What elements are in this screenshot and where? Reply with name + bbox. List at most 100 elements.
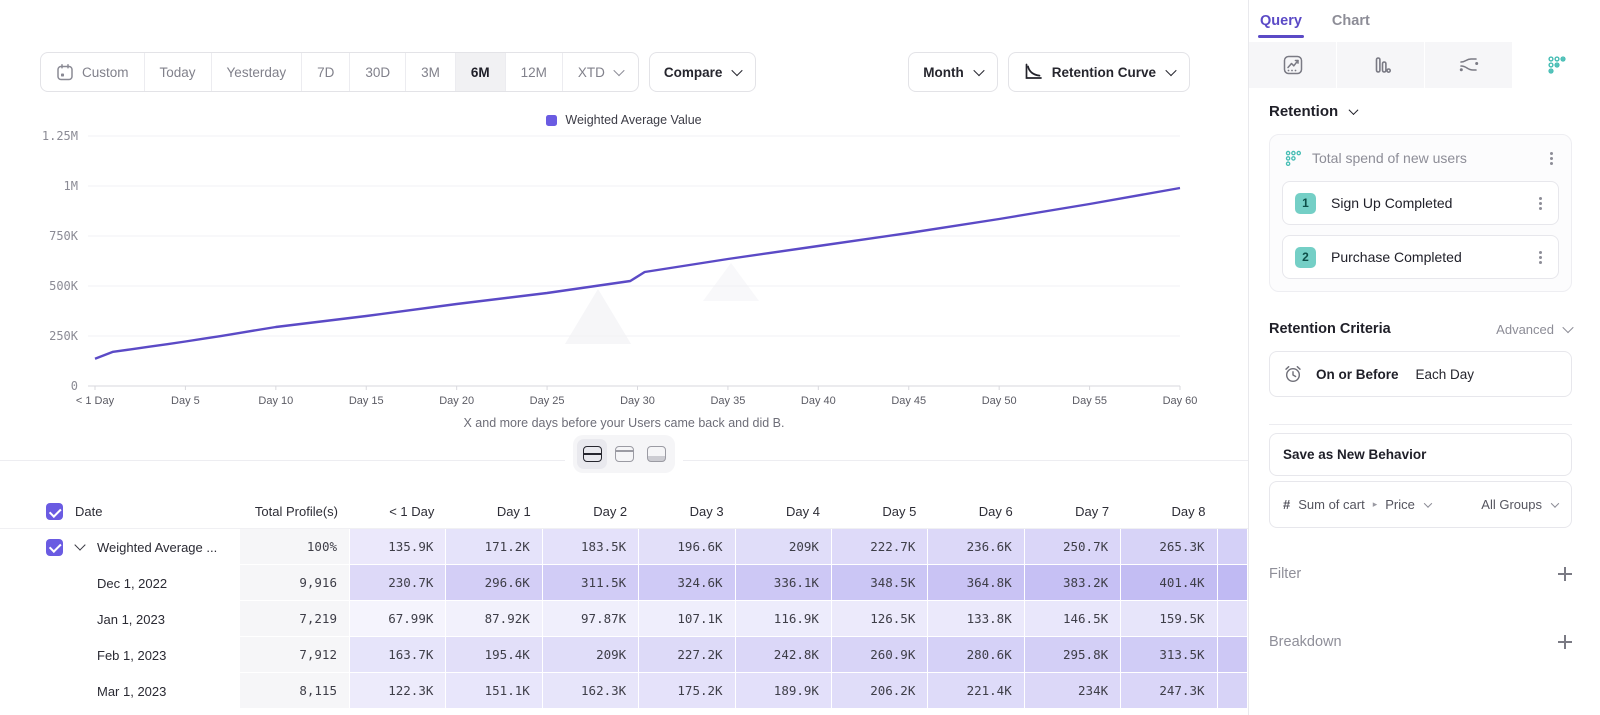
retention-value-cell[interactable]: 260.9K: [832, 637, 928, 673]
save-as-new-behavior-button[interactable]: Save as New Behavior: [1269, 433, 1572, 476]
add-filter-button[interactable]: [1558, 567, 1572, 581]
retention-value-cell[interactable]: 122.3K: [350, 673, 446, 709]
range-6m[interactable]: 6M: [455, 53, 505, 91]
retention-value-cell[interactable]: 401.4K: [1121, 565, 1217, 601]
all-groups-dropdown[interactable]: All Groups: [1481, 497, 1558, 512]
retention-value-cell[interactable]: 280.6K: [928, 637, 1024, 673]
retention-value-cell[interactable]: 209K: [736, 529, 832, 565]
behavior-step-1[interactable]: 1 Sign Up Completed: [1282, 181, 1559, 225]
x-axis-tick: Day 30: [620, 395, 655, 407]
condition-operator: On or Before: [1316, 367, 1399, 382]
range-3m[interactable]: 3M: [405, 53, 455, 91]
chart-view-label: Retention Curve: [1052, 65, 1156, 80]
row-label-cell: Jan 1, 2023: [0, 601, 240, 637]
retention-value-cell[interactable]: 171.2K: [446, 529, 542, 565]
range-7d[interactable]: 7D: [301, 53, 349, 91]
retention-value-cell[interactable]: 195.4K: [446, 637, 542, 673]
measure-row[interactable]: # Sum of cart ▸ Price All Groups: [1269, 481, 1572, 528]
select-all-checkbox[interactable]: [46, 503, 63, 520]
retention-value-cell[interactable]: 163.7K: [350, 637, 446, 673]
retention-value-cell[interactable]: 133.8K: [928, 601, 1024, 637]
retention-value-cell[interactable]: 189.9K: [736, 673, 832, 709]
retention-value-cell[interactable]: 236.6K: [928, 529, 1024, 565]
split-view-button[interactable]: [577, 439, 607, 469]
chart-view-button[interactable]: Retention Curve: [1008, 52, 1190, 92]
expand-chevron-icon[interactable]: [74, 539, 85, 550]
kebab-menu-icon[interactable]: [1550, 157, 1553, 160]
retention-value-cell[interactable]: 183.5K: [543, 529, 639, 565]
tab-insights[interactable]: [1249, 42, 1337, 88]
retention-value-cell[interactable]: 162.3K: [543, 673, 639, 709]
line-chart-icon: [1282, 54, 1304, 76]
retention-value-cell[interactable]: 209K: [543, 637, 639, 673]
retention-value-cell[interactable]: 151.1K: [446, 673, 542, 709]
total-profiles-cell: 100%: [240, 529, 350, 565]
report-type-selector[interactable]: Retention: [1269, 103, 1572, 120]
retention-value-cell[interactable]: 311.5K: [543, 565, 639, 601]
range-xtd[interactable]: XTD: [562, 53, 638, 91]
add-breakdown-button[interactable]: [1558, 635, 1572, 649]
range-yesterday[interactable]: Yesterday: [211, 53, 302, 91]
retention-value-cell[interactable]: 296.6K: [446, 565, 542, 601]
retention-value-cell[interactable]: 348.5K: [832, 565, 928, 601]
query-sidebar: Query Chart: [1248, 0, 1600, 715]
retention-value-cell[interactable]: 364.8K: [928, 565, 1024, 601]
tab-retention[interactable]: [1513, 42, 1600, 88]
retention-value-cell[interactable]: 230.7K: [350, 565, 446, 601]
retention-value-cell[interactable]: 87.92K: [446, 601, 542, 637]
kebab-menu-icon[interactable]: [1539, 202, 1542, 205]
retention-value-cell[interactable]: 159.5K: [1121, 601, 1217, 637]
tab-query[interactable]: Query: [1258, 13, 1304, 38]
retention-value-cell[interactable]: 107.1K: [639, 601, 735, 637]
retention-value-cell[interactable]: 97.87K: [543, 601, 639, 637]
chart-legend: Weighted Average Value: [0, 111, 1248, 129]
kebab-menu-icon[interactable]: [1539, 256, 1542, 259]
retention-value-cell[interactable]: 242.8K: [736, 637, 832, 673]
toolbar-left: CustomTodayYesterday7D30D3M6M12MXTD Comp…: [40, 52, 756, 92]
advanced-dropdown[interactable]: Advanced: [1496, 322, 1572, 337]
row-label-cell: Feb 1, 2023: [0, 637, 240, 673]
range-today[interactable]: Today: [144, 53, 211, 91]
bottom-panel-view-icon: [647, 446, 666, 462]
retention-value-cell[interactable]: 324.6K: [639, 565, 735, 601]
retention-value-cell[interactable]: 135.9K: [350, 529, 446, 565]
retention-value-cell[interactable]: 221.4K: [928, 673, 1024, 709]
retention-value-cell[interactable]: 265.3K: [1121, 529, 1217, 565]
toolbar-right: Month Retention Curve: [908, 52, 1190, 92]
compare-button[interactable]: Compare: [649, 52, 757, 92]
retention-value-cell[interactable]: 206.2K: [832, 673, 928, 709]
retention-curve-line[interactable]: [95, 188, 1180, 359]
retention-value-cell[interactable]: 175.2K: [639, 673, 735, 709]
retention-value-cell[interactable]: 116.9K: [736, 601, 832, 637]
retention-value-cell[interactable]: 227.2K: [639, 637, 735, 673]
retention-value-cell[interactable]: 126.5K: [832, 601, 928, 637]
retention-value-cell[interactable]: 336.1K: [736, 565, 832, 601]
calendar-icon: [56, 63, 74, 81]
tab-chart[interactable]: Chart: [1330, 13, 1372, 38]
retention-value-cell[interactable]: 222.7K: [832, 529, 928, 565]
y-axis-tick: 500K: [49, 279, 79, 293]
column-header-label: Day 3: [690, 504, 724, 519]
bottom-panel-view-button[interactable]: [641, 439, 671, 469]
number-property-icon: #: [1283, 497, 1290, 512]
tab-funnels[interactable]: [1337, 42, 1425, 88]
retention-value-cell[interactable]: 313.5K: [1121, 637, 1217, 673]
retention-value-cell[interactable]: 67.99K: [350, 601, 446, 637]
range-custom[interactable]: Custom: [41, 53, 144, 91]
retention-value-cell[interactable]: 196.6K: [639, 529, 735, 565]
behavior-step-2[interactable]: 2 Purchase Completed: [1282, 235, 1559, 279]
retention-value-cell[interactable]: 146.5K: [1025, 601, 1121, 637]
top-panel-view-button[interactable]: [609, 439, 639, 469]
retention-value-cell[interactable]: 383.2K: [1025, 565, 1121, 601]
range-30d[interactable]: 30D: [349, 53, 405, 91]
retention-value-cell[interactable]: 250.7K: [1025, 529, 1121, 565]
retention-value-cell[interactable]: 295.8K: [1025, 637, 1121, 673]
tab-flows[interactable]: [1425, 42, 1513, 88]
row-checkbox[interactable]: [46, 539, 63, 556]
retention-value-cell[interactable]: 234K: [1025, 673, 1121, 709]
granularity-button[interactable]: Month: [908, 52, 997, 92]
range-12m[interactable]: 12M: [505, 53, 562, 91]
retention-value-cell[interactable]: 247.3K: [1121, 673, 1217, 709]
column-header-label: Day 4: [786, 504, 820, 519]
criteria-condition-box[interactable]: On or Before Each Day: [1269, 351, 1572, 397]
